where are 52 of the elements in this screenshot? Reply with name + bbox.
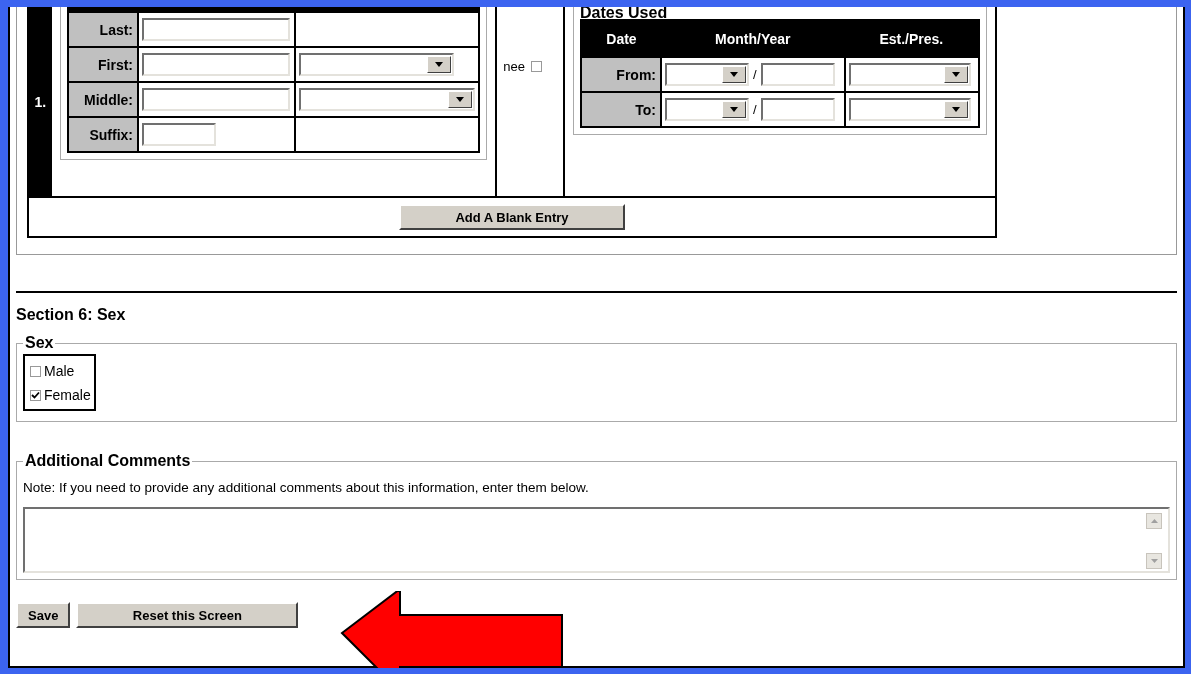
caret-icon [951, 107, 960, 112]
entry-number: 1. [34, 93, 47, 110]
field-label: To: [635, 101, 656, 118]
dropdown-button[interactable] [722, 66, 746, 83]
dates-title: Dates Used [580, 7, 669, 19]
dropdown-button[interactable] [427, 56, 452, 73]
checkbox[interactable] [530, 61, 542, 72]
caret-icon [951, 72, 960, 77]
up-arrow-icon [1150, 519, 1158, 523]
dropdown-button[interactable] [448, 91, 473, 108]
dropdown-button[interactable] [943, 66, 968, 83]
checkbox[interactable] [30, 389, 41, 401]
nee-label: nee [503, 59, 525, 74]
caret-icon [730, 107, 738, 112]
dropdown-field[interactable] [299, 53, 455, 76]
column-header: Est./Pres. [879, 30, 944, 47]
field-label: Last: [99, 21, 134, 38]
note-text: Note: If you need to provide any additional comments about this information, enter them below. [23, 480, 589, 495]
text-field[interactable] [142, 18, 291, 41]
dropdown-field[interactable] [299, 88, 476, 111]
reset-button[interactable]: Reset this Screen [76, 602, 299, 628]
text-field[interactable] [760, 98, 835, 121]
dropdown-button[interactable] [943, 101, 968, 118]
add-entry-button[interactable]: Add A Blank Entry [399, 204, 625, 230]
column-header: Date [606, 30, 637, 47]
dropdown-field[interactable] [848, 63, 971, 86]
column-header: Month/Year [715, 30, 791, 47]
section-heading: Section 6: Sex [16, 306, 126, 324]
option-label: Female [44, 386, 91, 405]
caret-icon [456, 97, 465, 102]
text-field[interactable] [760, 63, 835, 86]
caret-icon [435, 62, 444, 67]
dropdown-button[interactable] [722, 101, 746, 118]
dropdown-field[interactable] [848, 98, 971, 121]
fieldset-legend: Sex [23, 334, 56, 352]
dropdown-field[interactable] [665, 63, 749, 86]
caret-icon [730, 72, 738, 77]
field-label: Suffix: [89, 126, 134, 143]
field-label: From: [616, 66, 656, 83]
date-separator: / [753, 102, 757, 117]
text-field[interactable] [142, 88, 291, 111]
option-label: Male [44, 362, 75, 381]
text-field[interactable] [142, 53, 291, 76]
checkbox[interactable] [30, 365, 41, 377]
field-label: Middle: [84, 91, 134, 108]
down-arrow-icon [1150, 559, 1158, 563]
text-field[interactable] [142, 123, 217, 146]
save-button[interactable]: Save [16, 602, 71, 628]
field-label: First: [98, 56, 134, 73]
fieldset-legend: Additional Comments [23, 452, 193, 470]
dropdown-field[interactable] [665, 98, 749, 121]
date-separator: / [753, 67, 757, 82]
